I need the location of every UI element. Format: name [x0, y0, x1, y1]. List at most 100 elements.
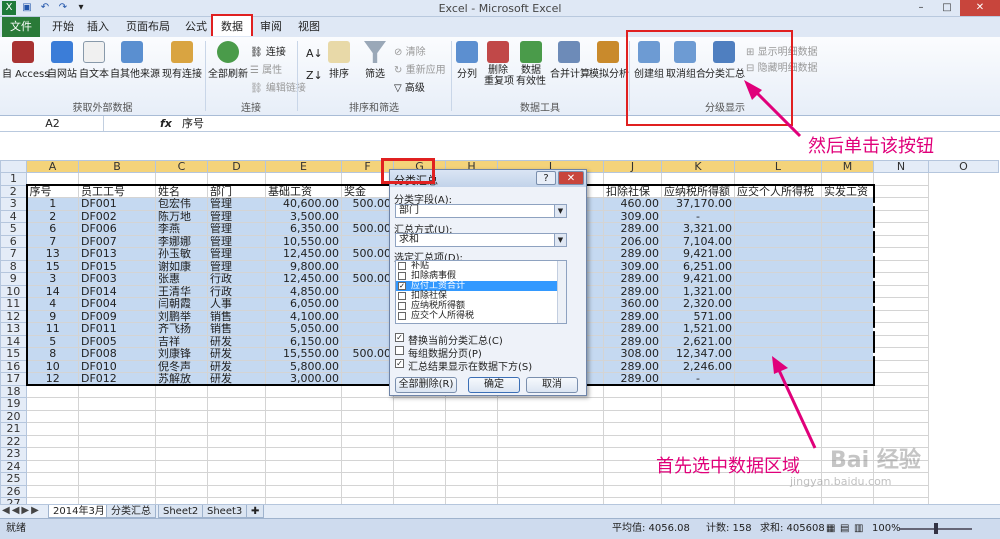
- cell[interactable]: 苏解放: [155, 372, 208, 386]
- maximize-icon[interactable]: □: [934, 0, 960, 16]
- cell[interactable]: [821, 272, 875, 286]
- cell[interactable]: 289.00: [603, 334, 662, 348]
- ok-button[interactable]: 确定: [468, 377, 520, 393]
- existing-connections-button[interactable]: 现有连接: [162, 41, 202, 80]
- row-header[interactable]: 15: [0, 347, 27, 361]
- cell[interactable]: [734, 197, 822, 211]
- cell[interactable]: 1,321.00: [661, 284, 735, 298]
- cell[interactable]: [873, 209, 929, 223]
- cell[interactable]: [821, 234, 875, 248]
- cell[interactable]: 2: [25, 209, 79, 223]
- cell[interactable]: [497, 459, 604, 473]
- formula-input[interactable]: 序号: [182, 116, 204, 131]
- cell[interactable]: DF012: [78, 372, 156, 386]
- cell[interactable]: [734, 284, 822, 298]
- column-header-a[interactable]: A: [26, 160, 79, 173]
- cell[interactable]: 齐飞扬: [155, 322, 208, 336]
- cell[interactable]: [155, 434, 208, 448]
- cell[interactable]: 12: [25, 372, 79, 386]
- row-header[interactable]: 3: [0, 197, 27, 211]
- cell[interactable]: 管理: [207, 247, 266, 261]
- cell[interactable]: [821, 397, 874, 411]
- cell[interactable]: [661, 409, 735, 423]
- cell[interactable]: [821, 284, 875, 298]
- cell[interactable]: [603, 384, 662, 398]
- cell[interactable]: [341, 397, 394, 411]
- cell[interactable]: 2,246.00: [661, 359, 735, 373]
- row-header[interactable]: 24: [0, 459, 27, 473]
- cell[interactable]: 实发工资: [821, 184, 875, 198]
- cell[interactable]: [207, 422, 266, 436]
- cell[interactable]: 13: [25, 247, 79, 261]
- cell[interactable]: [603, 459, 662, 473]
- row-header[interactable]: 17: [0, 372, 27, 386]
- cell[interactable]: DF006: [78, 222, 156, 236]
- cell[interactable]: [341, 259, 394, 273]
- row-header[interactable]: 19: [0, 397, 27, 411]
- cell[interactable]: [78, 447, 156, 461]
- cell[interactable]: [603, 172, 662, 186]
- cell[interactable]: [207, 409, 266, 423]
- row-header[interactable]: 11: [0, 297, 27, 311]
- cell[interactable]: [603, 422, 662, 436]
- cell[interactable]: 员工工号: [78, 184, 156, 198]
- cell[interactable]: 行政: [207, 272, 266, 286]
- cell[interactable]: 应交个人所得税: [734, 184, 822, 198]
- cell[interactable]: DF004: [78, 297, 156, 311]
- row-header[interactable]: 2: [0, 184, 27, 198]
- row-header[interactable]: 23: [0, 447, 27, 461]
- cell[interactable]: 刘鹏举: [155, 309, 208, 323]
- cell[interactable]: [821, 347, 875, 361]
- cell[interactable]: [734, 347, 822, 361]
- close-icon[interactable]: ✕: [960, 0, 1000, 16]
- cell[interactable]: [821, 372, 875, 386]
- cell[interactable]: [26, 409, 79, 423]
- sort-button[interactable]: 排序: [326, 41, 352, 80]
- cell[interactable]: [26, 172, 79, 186]
- cell[interactable]: [78, 422, 156, 436]
- cell[interactable]: [78, 472, 156, 486]
- cell[interactable]: [873, 359, 929, 373]
- cell[interactable]: 李娜娜: [155, 234, 208, 248]
- cell[interactable]: 360.00: [603, 297, 662, 311]
- cell[interactable]: DF010: [78, 359, 156, 373]
- cell[interactable]: 460.00: [603, 197, 662, 211]
- cell[interactable]: [821, 409, 874, 423]
- row-header[interactable]: 12: [0, 309, 27, 323]
- row-header[interactable]: 6: [0, 234, 27, 248]
- remove-all-button[interactable]: 全部删除(R): [395, 377, 457, 393]
- cell[interactable]: 289.00: [603, 309, 662, 323]
- cell[interactable]: [734, 372, 822, 386]
- list-item[interactable]: 应交个人所得税: [396, 311, 566, 321]
- cell[interactable]: [734, 322, 822, 336]
- checkbox-icon[interactable]: [398, 302, 406, 310]
- cell[interactable]: 王清华: [155, 284, 208, 298]
- cell[interactable]: [265, 484, 342, 498]
- cell[interactable]: [155, 459, 208, 473]
- cell[interactable]: 9: [25, 309, 79, 323]
- cell[interactable]: 研发: [207, 372, 266, 386]
- list-item[interactable]: 扣除社保: [396, 291, 566, 301]
- cell[interactable]: [821, 247, 875, 261]
- cell[interactable]: [26, 434, 79, 448]
- cell[interactable]: [734, 259, 822, 273]
- cell[interactable]: 500.00: [341, 347, 394, 361]
- cell[interactable]: 3,321.00: [661, 222, 735, 236]
- cell[interactable]: [26, 484, 79, 498]
- cell[interactable]: 管理: [207, 197, 266, 211]
- tab-view[interactable]: 视图: [296, 17, 322, 37]
- view-normal-icon[interactable]: ▦: [826, 519, 835, 539]
- cell[interactable]: 姓名: [155, 184, 208, 198]
- cell[interactable]: [821, 359, 875, 373]
- cell[interactable]: 8: [25, 347, 79, 361]
- cell[interactable]: [873, 322, 929, 336]
- cell[interactable]: 289.00: [603, 247, 662, 261]
- cell[interactable]: [26, 384, 79, 398]
- list-item[interactable]: 应纳税所得额: [396, 301, 566, 311]
- cell[interactable]: 奖金: [341, 184, 394, 198]
- connections-button[interactable]: ⛓ 连接: [250, 43, 286, 58]
- cell[interactable]: [445, 434, 498, 448]
- cell[interactable]: [78, 397, 156, 411]
- name-box[interactable]: A2: [2, 116, 104, 131]
- cell[interactable]: 3,500.00: [265, 209, 342, 223]
